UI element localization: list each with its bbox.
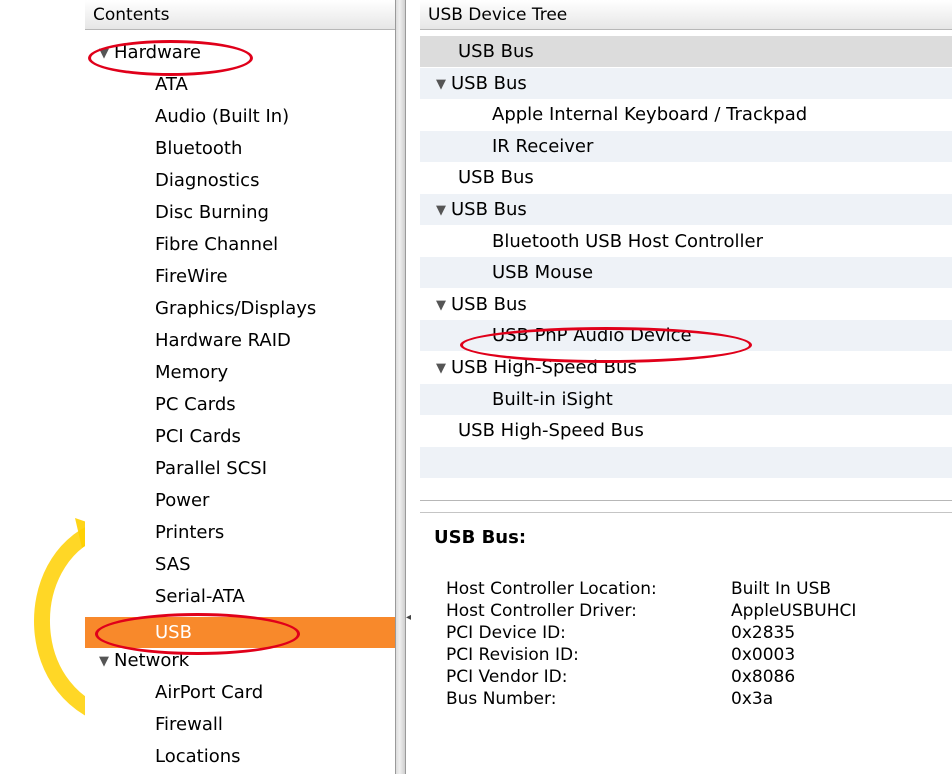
detail-field-value: 0x8086	[731, 667, 796, 687]
sidebar-item-label: AirPort Card	[155, 682, 264, 703]
device-tree-row-label: Bluetooth USB Host Controller	[492, 230, 764, 252]
device-tree-row[interactable]: USB Bus	[420, 36, 952, 67]
disclosure-triangle-down-icon[interactable]: ▼	[436, 195, 449, 226]
device-tree-row-label: USB Mouse	[492, 262, 594, 284]
device-tree-row[interactable]: Bluetooth USB Host Controller	[420, 226, 952, 257]
sidebar-item-label: Memory	[155, 362, 229, 383]
sidebar-item-diagnostics[interactable]: Diagnostics	[85, 165, 395, 197]
detail-field: Host Controller Driver: AppleUSBUHCI	[446, 601, 856, 621]
sidebar-item-label: Graphics/Displays	[155, 298, 317, 319]
detail-field: PCI Revision ID: 0x0003	[446, 645, 795, 665]
sidebar-item-bluetooth[interactable]: Bluetooth	[85, 133, 395, 165]
device-tree-header: USB Device Tree	[420, 0, 952, 30]
sidebar-item-audio-built-in[interactable]: Audio (Built In)	[85, 101, 395, 133]
split-divider[interactable]	[395, 0, 406, 774]
sidebar-item-label: ATA	[155, 74, 188, 95]
device-tree-row-label: USB Bus	[451, 293, 527, 315]
device-tree-row-label: IR Receiver	[492, 135, 594, 157]
detail-field-value: 0x2835	[731, 623, 796, 643]
device-tree-row[interactable]: IR Receiver	[420, 130, 952, 162]
sidebar-item-fibre-channel[interactable]: Fibre Channel	[85, 229, 395, 261]
sidebar-item-sas[interactable]: SAS	[85, 549, 395, 581]
disclosure-triangle-down-icon[interactable]: ▼	[436, 290, 449, 321]
annotation-ellipse-usb	[95, 613, 300, 655]
device-tree-row[interactable]: ▼ USB Bus	[420, 289, 952, 320]
disclosure-triangle-down-icon[interactable]: ▼	[99, 646, 112, 678]
sidebar-item-label: PC Cards	[155, 394, 236, 415]
sidebar-item-airport-card[interactable]: AirPort Card	[85, 677, 395, 709]
sidebar-item-label: Fibre Channel	[155, 234, 279, 255]
usb-device-tree: USB Device Tree USB Bus ▼ USB Bus Apple Int…	[420, 0, 952, 501]
detail-field: Host Controller Location: Built In USB	[446, 579, 831, 599]
device-tree-row[interactable]: ▼ USB Bus	[420, 194, 952, 225]
sidebar-item-firewire[interactable]: FireWire	[85, 261, 395, 293]
sidebar-item-disc-burning[interactable]: Disc Burning	[85, 197, 395, 229]
sidebar-item-graphics-displays[interactable]: Graphics/Displays	[85, 293, 395, 325]
split-caret-icon[interactable]: ◂	[406, 612, 411, 623]
sidebar-item-serial-ata[interactable]: Serial-ATA	[85, 581, 395, 613]
detail-title: USB Bus:	[434, 527, 527, 548]
detail-field: PCI Vendor ID: 0x8086	[446, 667, 795, 687]
sidebar-item-printers[interactable]: Printers	[85, 517, 395, 549]
disclosure-triangle-down-icon[interactable]: ▼	[436, 353, 449, 384]
sidebar-item-pci-cards[interactable]: PCI Cards	[85, 421, 395, 453]
sidebar-item-label: PCI Cards	[155, 426, 241, 447]
device-tree-empty-row	[420, 446, 952, 478]
device-tree-row-label: USB Bus	[451, 72, 527, 94]
detail-field-value: 0x0003	[731, 645, 796, 665]
sidebar-item-power[interactable]: Power	[85, 485, 395, 517]
sidebar-item-label: Hardware RAID	[155, 330, 291, 351]
contents-sidebar: Contents ▼ Hardware ATA Audio (Built In) Blu…	[85, 0, 395, 774]
sidebar-item-label: Bluetooth	[155, 138, 243, 159]
device-tree-row[interactable]: ▼ USB Bus	[420, 67, 952, 100]
detail-field-value: Built In USB	[731, 579, 832, 599]
sidebar-item-memory[interactable]: Memory	[85, 357, 395, 389]
device-tree-row-label: USB Bus	[458, 167, 534, 189]
detail-field-key: PCI Vendor ID:	[446, 667, 568, 687]
disclosure-triangle-down-icon[interactable]: ▼	[436, 69, 449, 100]
sidebar-item-label: Serial-ATA	[155, 586, 245, 607]
detail-field-key: Host Controller Driver:	[446, 601, 637, 621]
annotation-ellipse-hardware	[88, 40, 253, 76]
detail-field-value: AppleUSBUHCI	[731, 601, 857, 621]
sidebar-item-label: Printers	[155, 522, 225, 543]
detail-field-value: 0x3a	[731, 689, 774, 709]
sidebar-item-firewall[interactable]: Firewall	[85, 709, 395, 741]
sidebar-item-label: FireWire	[155, 266, 228, 287]
sidebar-item-label: Power	[155, 490, 210, 511]
sidebar-item-label: Audio (Built In)	[155, 106, 290, 127]
sidebar-item-parallel-scsi[interactable]: Parallel SCSI	[85, 453, 395, 485]
device-tree-row-label: Apple Internal Keyboard / Trackpad	[492, 104, 808, 126]
contents-header: Contents	[85, 0, 395, 30]
detail-pane: USB Bus: Host Controller Location: Built …	[420, 512, 952, 775]
sidebar-item-pc-cards[interactable]: PC Cards	[85, 389, 395, 421]
sidebar-item-label: SAS	[155, 554, 191, 575]
sidebar-item-label: Diagnostics	[155, 170, 260, 191]
device-tree-row-label: USB Bus	[451, 199, 527, 220]
detail-field: PCI Device ID: 0x2835	[446, 623, 795, 643]
sidebar-item-hardware-raid[interactable]: Hardware RAID	[85, 325, 395, 357]
device-tree-row-label: USB High-Speed Bus	[458, 420, 644, 442]
detail-field-key: Host Controller Location:	[446, 579, 657, 599]
device-tree-empty-row	[420, 478, 952, 500]
device-tree-row[interactable]: USB High-Speed Bus	[420, 415, 952, 446]
device-tree-row-label: USB Bus	[458, 41, 534, 62]
device-tree-row[interactable]: Apple Internal Keyboard / Trackpad	[420, 99, 952, 130]
sidebar-item-label: Locations	[155, 746, 241, 767]
detail-field-key: Bus Number:	[446, 689, 557, 709]
device-tree-row-label: Built-in iSight	[492, 388, 613, 410]
sidebar-item-label: Disc Burning	[155, 202, 269, 223]
sidebar-item-locations[interactable]: Locations	[85, 741, 395, 773]
device-tree-row[interactable]: Built-in iSight	[420, 383, 952, 415]
device-tree-row[interactable]: USB Mouse	[420, 257, 952, 289]
sidebar-item-label: Parallel SCSI	[155, 458, 268, 479]
detail-field-key: PCI Revision ID:	[446, 645, 579, 665]
detail-field-key: PCI Device ID:	[446, 623, 566, 643]
annotation-ellipse-pnp-audio	[460, 327, 752, 363]
detail-field: Bus Number: 0x3a	[446, 689, 773, 709]
device-tree-row[interactable]: USB Bus	[420, 162, 952, 193]
sidebar-item-label: Firewall	[155, 714, 223, 735]
